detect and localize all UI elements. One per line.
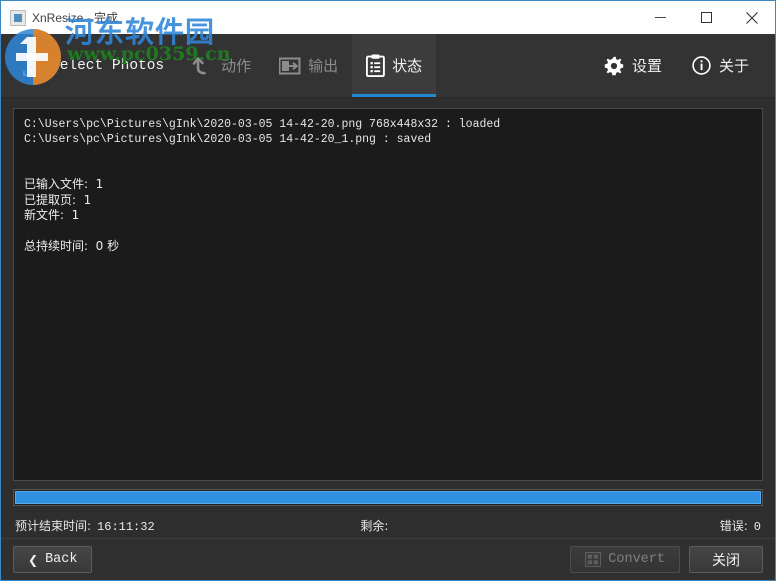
tab-label: 状态 (392, 57, 423, 75)
minimize-icon (654, 17, 666, 18)
maximize-button[interactable] (683, 1, 729, 34)
export-icon (279, 57, 301, 75)
info-icon (692, 56, 711, 75)
close-button[interactable] (729, 1, 775, 34)
progress-bar-track (13, 489, 763, 506)
stat-extracted-pages: 已提取页: 1 (24, 192, 92, 207)
clipboard-icon (366, 54, 386, 77)
eta-label: 预计结束时间: (15, 518, 92, 533)
tab-output[interactable]: 输出 (265, 34, 352, 97)
stat-new-files: 新文件: 1 (24, 208, 80, 222)
checkbox-checked-icon (23, 55, 44, 76)
settings-label: 设置 (631, 57, 662, 75)
settings-button[interactable]: 设置 (592, 47, 674, 84)
film-strip-icon (585, 552, 602, 567)
main-toolbar: Select Photos 动作 输出 状态 设置 关于 (1, 34, 775, 98)
maximize-icon (700, 12, 712, 23)
app-icon (10, 9, 26, 26)
log-spacer (24, 224, 752, 239)
tab-label: 动作 (221, 57, 252, 75)
tab-actions[interactable]: 动作 (178, 34, 265, 97)
about-label: 关于 (718, 57, 749, 75)
errors-label: 错误: (719, 518, 748, 533)
tab-status[interactable]: 状态 (352, 34, 437, 97)
content-area: C:\Users\pc\Pictures\gInk\2020-03-05 14-… (1, 98, 775, 538)
log-spacer (24, 162, 752, 177)
status-bar: 预计结束时间: 16:11:32 剩余: 错误: 0 (13, 512, 763, 538)
progress-bar-fill (15, 491, 761, 504)
tab-label: Select Photos (51, 57, 165, 74)
stat-total-duration: 总持续时间: 0 秒 (24, 238, 120, 253)
application-window: XnResize - 完成 Select Photos 动作 输出 状态 设置 … (0, 0, 776, 581)
window-controls (637, 1, 775, 34)
title-bar[interactable]: XnResize - 完成 (1, 1, 775, 34)
undo-arrow-icon (192, 55, 214, 77)
back-button[interactable]: ❮ Back (13, 546, 93, 573)
remaining-group: 剩余: (320, 517, 388, 534)
eta-group: 预计结束时间: 16:11:32 (15, 517, 155, 534)
back-label: Back (45, 552, 78, 567)
footer-right-group: Convert 关闭 (570, 546, 763, 573)
errors-group: 错误: 0 (720, 517, 761, 534)
footer-bar: ❮ Back Convert 关闭 (1, 538, 775, 580)
window-title: XnResize - 完成 (32, 11, 119, 25)
minimize-button[interactable] (637, 1, 683, 34)
close-dialog-button[interactable]: 关闭 (689, 546, 763, 573)
close-label: 关闭 (712, 552, 740, 569)
about-button[interactable]: 关于 (680, 47, 761, 84)
tab-label: 输出 (308, 57, 339, 75)
log-spacer (24, 147, 752, 162)
status-log-panel[interactable]: C:\Users\pc\Pictures\gInk\2020-03-05 14-… (13, 108, 763, 481)
convert-button[interactable]: Convert (570, 546, 680, 573)
title-bar-left: XnResize - 完成 (1, 9, 637, 26)
eta-value: 16:11:32 (97, 519, 155, 534)
tab-bar: Select Photos 动作 输出 状态 (1, 34, 437, 97)
errors-value: 0 (753, 519, 761, 534)
log-line: C:\Users\pc\Pictures\gInk\2020-03-05 14-… (24, 133, 432, 146)
tab-select-photos[interactable]: Select Photos (9, 34, 178, 97)
stat-input-files: 已输入文件: 1 (24, 177, 104, 191)
gear-icon (604, 56, 624, 76)
convert-label: Convert (608, 552, 665, 567)
log-line: C:\Users\pc\Pictures\gInk\2020-03-05 14-… (24, 118, 501, 131)
chevron-left-icon: ❮ (28, 552, 39, 567)
remaining-label: 剩余: (360, 518, 389, 533)
close-icon (746, 11, 758, 24)
toolbar-right-group: 设置 关于 (592, 34, 775, 97)
